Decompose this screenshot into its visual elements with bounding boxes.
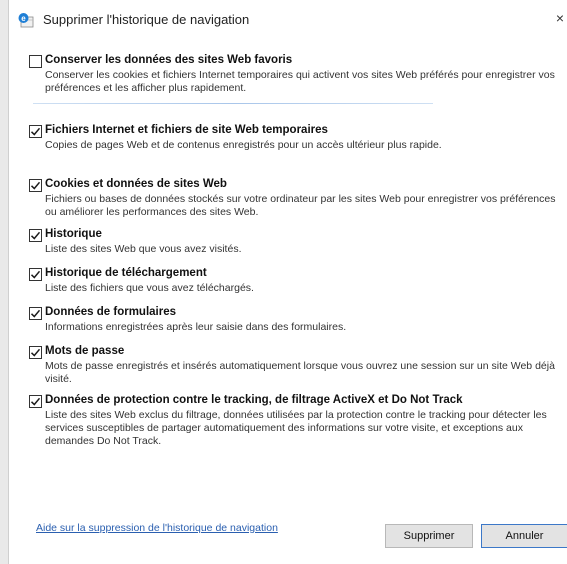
option-title: Mots de passe <box>45 345 125 357</box>
option-description: Conserver les cookies et fichiers Intern… <box>45 69 555 94</box>
checkmark-icon <box>30 231 41 240</box>
option-description: Mots de passe enregistrés et insérés aut… <box>45 360 555 385</box>
checkmark-icon <box>30 127 41 136</box>
checkbox-history[interactable] <box>29 229 42 242</box>
checkbox-keep-favorites[interactable] <box>29 55 42 68</box>
svg-text:e: e <box>21 14 26 23</box>
option-description: Fichiers ou bases de données stockés sur… <box>45 193 556 218</box>
checkbox-passwords[interactable] <box>29 346 42 359</box>
help-link[interactable]: Aide sur la suppression de l'historique … <box>36 522 278 534</box>
delete-browsing-history-dialog: e Supprimer l'historique de navigation ×… <box>8 0 567 564</box>
checkbox-cookies[interactable] <box>29 179 42 192</box>
close-icon[interactable]: × <box>553 10 567 28</box>
option-title: Conserver les données des sites Web favo… <box>45 54 293 66</box>
checkmark-icon <box>30 181 41 190</box>
option-title: Données de formulaires <box>45 306 177 318</box>
checkbox-download-history[interactable] <box>29 268 42 281</box>
checkbox-temporary-files[interactable] <box>29 125 42 138</box>
option-description: Liste des fichiers que vous avez télécha… <box>45 282 254 294</box>
option-description: Liste des sites Web que vous avez visité… <box>45 243 242 255</box>
checkbox-tracking-protection[interactable] <box>29 395 42 408</box>
checkmark-icon <box>30 397 41 406</box>
delete-button[interactable]: Supprimer <box>385 524 473 548</box>
option-description: Liste des sites Web exclus du filtrage, … <box>45 409 547 447</box>
separator <box>33 103 433 104</box>
checkmark-icon <box>30 270 41 279</box>
option-title: Cookies et données de sites Web <box>45 178 227 190</box>
option-title: Historique <box>45 228 102 240</box>
internet-explorer-icon: e <box>17 12 35 28</box>
checkmark-icon <box>30 348 41 357</box>
option-title: Données de protection contre le tracking… <box>45 394 463 406</box>
option-title: Fichiers Internet et fichiers de site We… <box>45 124 328 136</box>
checkmark-icon <box>30 309 41 318</box>
option-description: Informations enregistrées après leur sai… <box>45 321 347 333</box>
option-description: Copies de pages Web et de contenus enreg… <box>45 139 442 151</box>
dialog-title: Supprimer l'historique de navigation <box>43 12 250 27</box>
title-bar: e Supprimer l'historique de navigation × <box>9 0 567 38</box>
cancel-button[interactable]: Annuler <box>481 524 567 548</box>
option-title: Historique de téléchargement <box>45 267 207 279</box>
checkbox-form-data[interactable] <box>29 307 42 320</box>
